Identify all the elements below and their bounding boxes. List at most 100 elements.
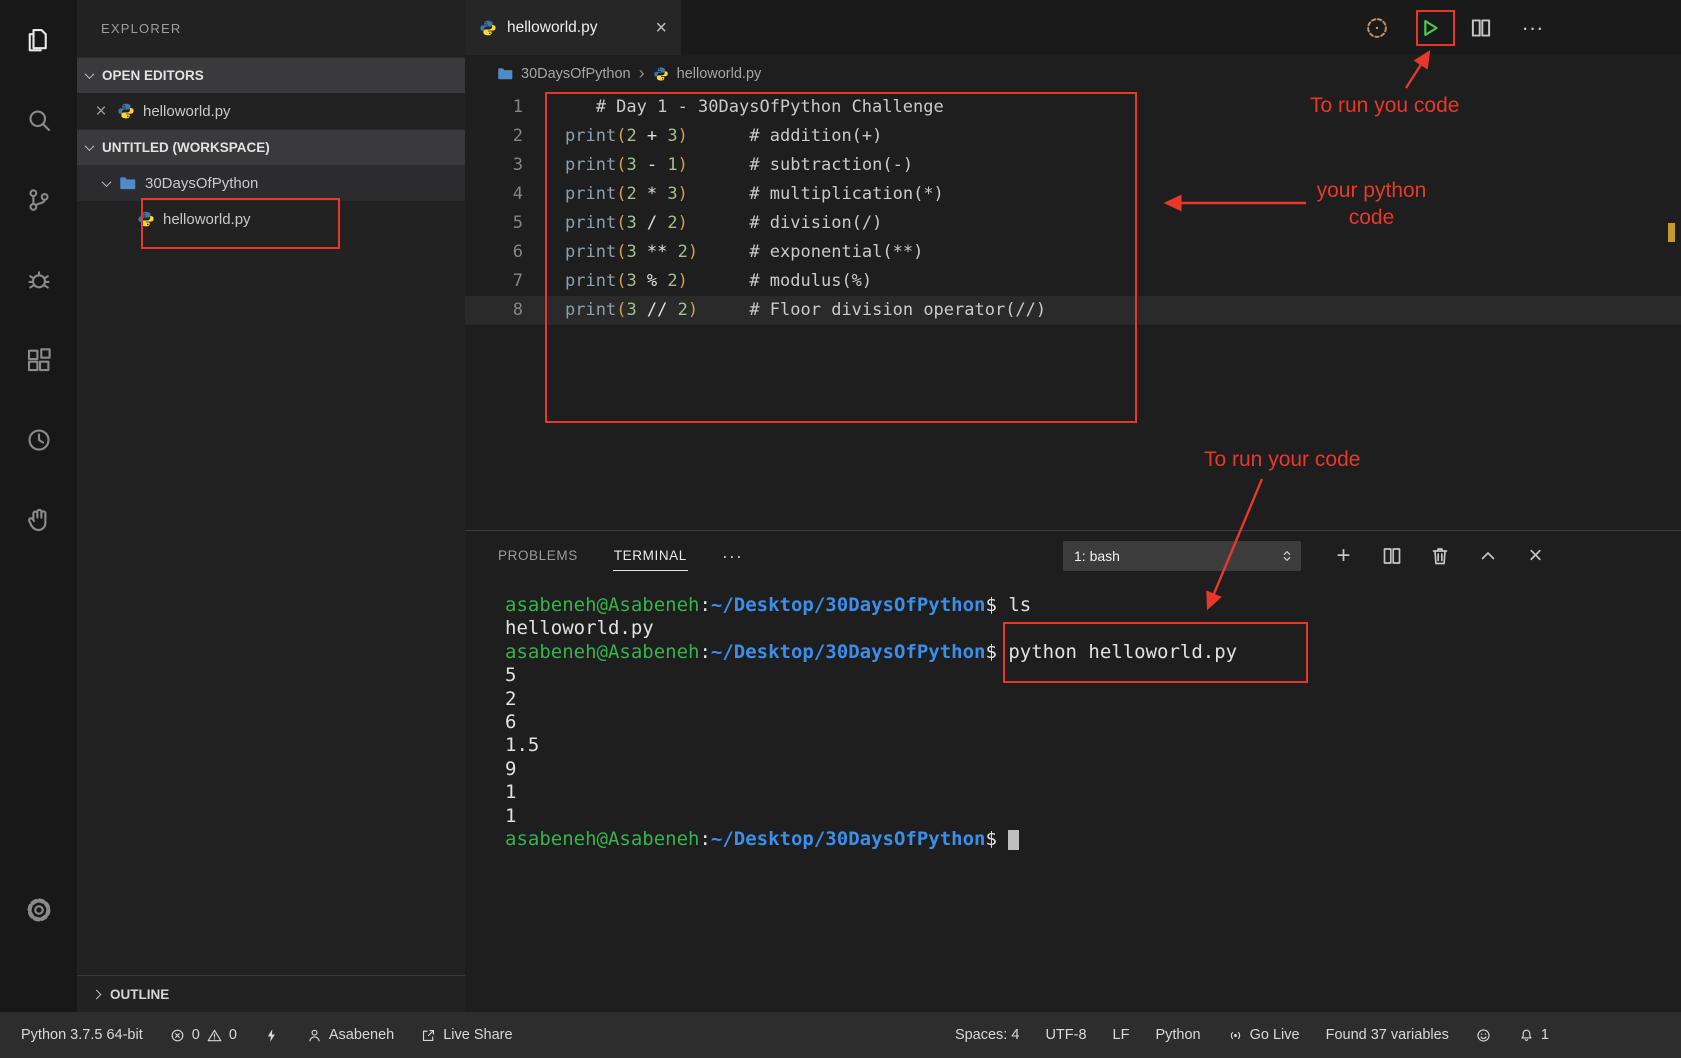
folder-icon <box>119 175 136 192</box>
breadcrumb-folder[interactable]: 30DaysOfPython <box>521 66 631 82</box>
folder-item-30daysofpython[interactable]: 30DaysOfPython <box>77 165 465 201</box>
eol-status[interactable]: LF <box>1113 1027 1130 1043</box>
sidebar-title: EXPLORER <box>77 0 465 57</box>
terminal-text: 5 <box>505 664 516 686</box>
terminal-text: $ python helloworld.py <box>985 641 1237 663</box>
hand-icon[interactable] <box>0 480 77 560</box>
terminal-text: asabeneh@Asabeneh <box>505 828 699 850</box>
close-panel-button[interactable]: × <box>1522 543 1549 570</box>
code-line[interactable]: 7print(3 % 2) # modulus(%) <box>465 267 1681 296</box>
terminal-text: $ ls <box>985 594 1031 616</box>
breadcrumb-file[interactable]: helloworld.py <box>677 66 762 82</box>
error-icon <box>169 1027 186 1044</box>
dashed-circle-icon[interactable] <box>1361 12 1392 43</box>
panel-more-icon[interactable]: ··· <box>722 546 743 567</box>
more-actions-button[interactable]: ··· <box>1517 12 1548 43</box>
account-name: Asabeneh <box>329 1027 394 1043</box>
source-control-icon[interactable] <box>0 160 77 240</box>
variables-status[interactable]: Found 37 variables <box>1326 1027 1449 1043</box>
clock-icon[interactable] <box>0 400 77 480</box>
search-icon[interactable] <box>0 80 77 160</box>
code-line[interactable]: 5print(3 / 2) # division(/) <box>465 209 1681 238</box>
extensions-icon[interactable] <box>0 320 77 400</box>
notification-count: 1 <box>1541 1027 1549 1043</box>
editor-group: helloworld.py × ··· <box>465 0 1681 1012</box>
code-line[interactable]: 2print(2 + 3) # addition(+) <box>465 122 1681 151</box>
close-icon[interactable]: × <box>93 102 109 121</box>
panel-header: PROBLEMS TERMINAL ··· 1: bash + <box>465 531 1681 581</box>
folder-icon <box>497 66 513 82</box>
editor-actions: ··· <box>1361 0 1548 55</box>
run-button[interactable] <box>1413 12 1444 43</box>
debug-bug-icon[interactable] <box>0 240 77 320</box>
chevron-right-icon <box>92 989 102 999</box>
python-file-icon <box>479 19 497 37</box>
python-file-icon <box>137 210 155 228</box>
code-editor[interactable]: 1 # Day 1 - 30DaysOfPython Challenge2pri… <box>465 92 1681 530</box>
warning-count: 0 <box>229 1027 237 1043</box>
file-item-helloworld[interactable]: helloworld.py <box>77 201 465 237</box>
interpreter-label: Python 3.7.5 64-bit <box>21 1027 143 1043</box>
account-status[interactable]: Asabeneh <box>306 1027 394 1044</box>
lightning-icon <box>263 1027 280 1044</box>
explorer-icon[interactable] <box>0 0 77 80</box>
terminal-text: ~/Desktop/30DaysOfPython <box>711 828 986 850</box>
code-text: print(2 + 3) # addition(+) <box>523 122 882 151</box>
feedback-status[interactable] <box>1475 1027 1492 1044</box>
workspace-header[interactable]: UNTITLED (WORKSPACE) <box>77 129 465 165</box>
split-terminal-button[interactable] <box>1378 543 1405 570</box>
code-text: print(3 // 2) # Floor division operator(… <box>523 296 1046 325</box>
code-line[interactable]: 6print(3 ** 2) # exponential(**) <box>465 238 1681 267</box>
tab-problems[interactable]: PROBLEMS <box>497 541 579 571</box>
code-line[interactable]: 8print(3 // 2) # Floor division operator… <box>465 296 1681 325</box>
tab-terminal[interactable]: TERMINAL <box>613 541 688 571</box>
terminal-text: ~/Desktop/30DaysOfPython <box>711 594 986 616</box>
terminal-line: 2 <box>505 688 1681 711</box>
breadcrumb[interactable]: 30DaysOfPython › helloworld.py <box>465 55 1681 92</box>
line-number: 2 <box>465 122 523 151</box>
breadcrumb-separator: › <box>639 63 645 84</box>
terminal-text: 6 <box>505 711 516 733</box>
indentation-status[interactable]: Spaces: 4 <box>955 1027 1020 1043</box>
bottom-panel: PROBLEMS TERMINAL ··· 1: bash + <box>465 530 1681 1012</box>
bell-icon <box>1518 1027 1535 1044</box>
kill-terminal-button[interactable] <box>1426 543 1453 570</box>
sidebar-spacer <box>77 237 465 975</box>
maximize-panel-button[interactable] <box>1474 543 1501 570</box>
shell-selector[interactable]: 1: bash <box>1063 541 1301 571</box>
formatter-status[interactable] <box>263 1027 280 1044</box>
eol-label: LF <box>1113 1027 1130 1043</box>
line-number: 3 <box>465 151 523 180</box>
go-live-status[interactable]: Go Live <box>1227 1027 1300 1044</box>
tab-helloworld[interactable]: helloworld.py × <box>465 0 681 55</box>
language-status[interactable]: Python <box>1155 1027 1200 1043</box>
terminal-output[interactable]: asabeneh@Asabeneh:~/Desktop/30DaysOfPyth… <box>465 581 1681 1012</box>
close-icon[interactable]: × <box>655 18 667 38</box>
code-line[interactable]: 3print(3 - 1) # subtraction(-) <box>465 151 1681 180</box>
notifications-status[interactable]: 1 <box>1518 1027 1549 1044</box>
terminal-line: 6 <box>505 711 1681 734</box>
explorer-sidebar: EXPLORER OPEN EDITORS × helloworld.py UN… <box>77 0 465 1012</box>
code-text: print(3 % 2) # modulus(%) <box>523 267 872 296</box>
live-share-status[interactable]: Live Share <box>420 1027 512 1044</box>
terminal-line: 1.5 <box>505 734 1681 757</box>
line-number: 5 <box>465 209 523 238</box>
outline-header[interactable]: OUTLINE <box>77 975 465 1012</box>
code-line[interactable]: 4print(2 * 3) # multiplication(*) <box>465 180 1681 209</box>
error-count: 0 <box>192 1027 200 1043</box>
terminal-text: asabeneh@Asabeneh <box>505 594 699 616</box>
encoding-status[interactable]: UTF-8 <box>1045 1027 1086 1043</box>
problems-status[interactable]: 0 0 <box>169 1027 237 1044</box>
terminal-line: 5 <box>505 664 1681 687</box>
code-text: print(3 ** 2) # exponential(**) <box>523 238 923 267</box>
chevron-down-icon <box>85 69 95 79</box>
code-line[interactable]: 1 # Day 1 - 30DaysOfPython Challenge <box>465 93 1681 122</box>
open-editor-item[interactable]: × helloworld.py <box>77 93 465 129</box>
open-editors-header[interactable]: OPEN EDITORS <box>77 57 465 93</box>
python-interpreter-status[interactable]: Python 3.7.5 64-bit <box>21 1027 143 1043</box>
open-editors-label: OPEN EDITORS <box>102 68 204 83</box>
new-terminal-button[interactable]: + <box>1330 543 1357 570</box>
split-editor-button[interactable] <box>1465 12 1496 43</box>
terminal-line: 1 <box>505 781 1681 804</box>
settings-gear-icon[interactable] <box>0 870 77 950</box>
